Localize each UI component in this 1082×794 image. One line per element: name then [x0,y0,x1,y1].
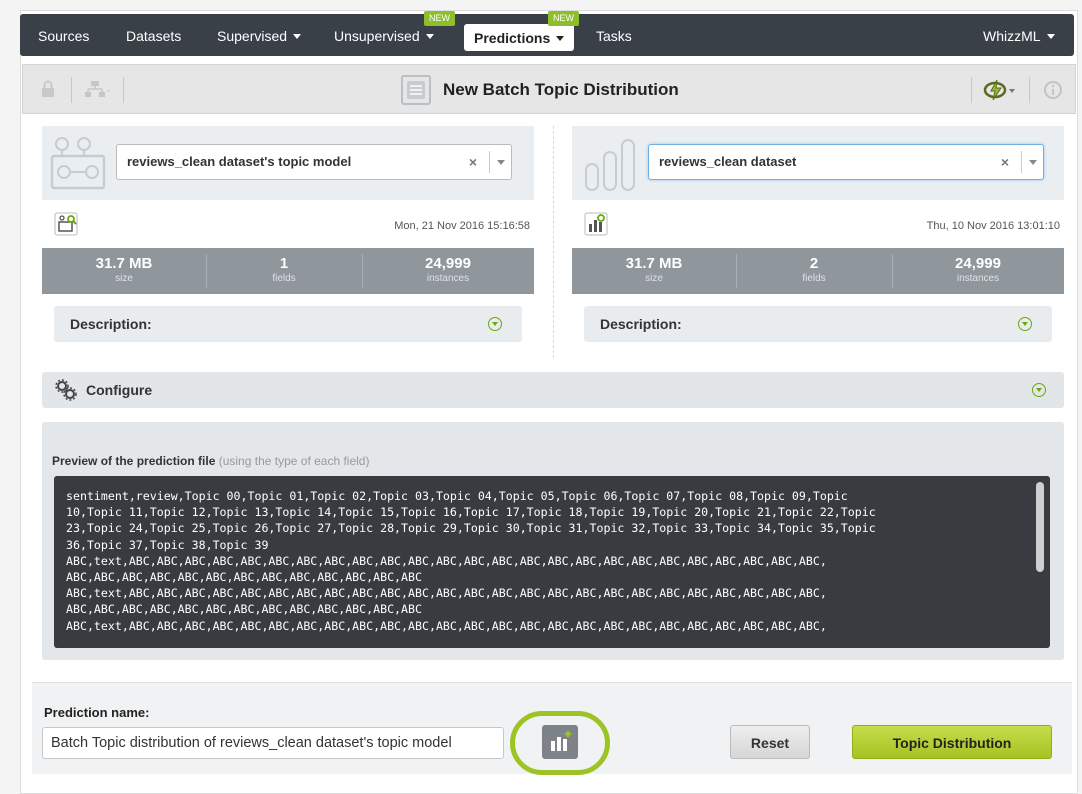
new-badge: NEW [548,11,579,26]
gears-icon [55,379,77,401]
toolbar-divider [1029,77,1030,103]
description-toggle[interactable]: Description: [584,306,1052,342]
chevron-down-icon[interactable] [489,151,511,173]
chevron-down-icon [556,36,565,41]
prediction-name-label: Prediction name: [44,705,150,720]
lightning-icon[interactable] [983,78,1017,102]
lock-icon[interactable] [41,80,55,98]
nav-supervised[interactable]: Supervised [217,14,302,56]
dataset-panel: reviews_clean dataset × Thu, 10 Nov 2016… [572,126,1064,358]
new-badge: NEW [424,11,455,26]
topic-model-panel: reviews_clean dataset's topic model × Mo… [42,126,534,358]
topic-model-select[interactable]: reviews_clean dataset's topic model × [116,144,512,180]
preview-code-box[interactable]: sentiment,review,Topic 00,Topic 01,Topic… [54,476,1050,648]
dataset-select[interactable]: reviews_clean dataset × [648,144,1044,180]
clear-icon[interactable]: × [1001,145,1009,179]
stat-fields: 2 fields [802,255,826,284]
dataset-icon [585,139,635,191]
resource-stats: 31.7 MB size 2 fields 24,999 instances [572,248,1064,294]
created-date: Thu, 10 Nov 2016 13:01:10 [926,220,1060,232]
stat-fields: 1 fields [272,255,296,284]
toolbar-divider [971,77,972,103]
description-label: Description: [70,316,152,332]
expand-icon[interactable] [1032,383,1046,397]
panel-divider [553,126,554,358]
toolbar-divider [123,77,124,103]
topic-distribution-button[interactable]: Topic Distribution [852,725,1052,759]
stat-instances: 24,999 instances [425,255,471,284]
expand-icon[interactable] [1018,317,1032,331]
nav-datasets[interactable]: Datasets [126,14,181,56]
prediction-form: Prediction name: Reset Topic Distributio… [32,682,1072,775]
prediction-name-input[interactable] [42,727,504,759]
preview-label: Preview of the prediction file (using th… [52,454,370,468]
resource-stats: 31.7 MB size 1 fields 24,999 instances [42,248,534,294]
clear-icon[interactable]: × [469,145,477,179]
toolbar-divider [71,77,72,103]
nav-unsupervised[interactable]: Unsupervised [334,14,434,56]
stat-size: 31.7 MB size [625,255,683,284]
dataset-small-icon[interactable] [584,212,608,236]
nav-predictions[interactable]: Predictions [464,24,575,51]
configure-section-toggle[interactable]: Configure [42,372,1064,408]
dataset-output-button[interactable] [542,725,578,759]
stat-instances: 24,999 instances [955,255,1001,284]
chevron-down-icon [293,34,302,39]
reset-button[interactable]: Reset [730,725,810,759]
dataset-selector-area: reviews_clean dataset × [572,126,1064,200]
topic-model-icon [50,137,106,190]
chevron-down-icon [1046,34,1055,39]
chevron-down-icon[interactable] [1021,151,1043,173]
resource-meta: Thu, 10 Nov 2016 13:01:10 [572,212,1064,242]
title-bar: New Batch Topic Distribution [22,64,1076,114]
tree-icon[interactable] [85,80,113,100]
preview-text: sentiment,review,Topic 00,Topic 01,Topic… [66,489,876,633]
description-label: Description: [600,316,682,332]
configure-label: Configure [86,382,153,398]
topic-model-small-icon[interactable] [54,212,78,236]
expand-icon[interactable] [488,317,502,331]
topic-model-selector-area: reviews_clean dataset's topic model × [42,126,534,200]
scrollbar[interactable] [1036,482,1044,572]
prediction-preview: Preview of the prediction file (using th… [42,422,1064,660]
page-title: New Batch Topic Distribution [443,80,679,99]
nav-tasks[interactable]: Tasks [596,14,632,56]
chevron-down-icon [425,34,434,39]
stat-size: 31.7 MB size [95,255,153,284]
created-date: Mon, 21 Nov 2016 15:16:58 [394,220,530,232]
top-navbar: Sources Datasets Supervised Unsupervised… [20,11,1074,56]
resource-meta: Mon, 21 Nov 2016 15:16:58 [42,212,534,242]
nav-whizzml[interactable]: WhizzML [983,14,1055,56]
nav-sources[interactable]: Sources [38,14,89,56]
info-icon[interactable] [1043,80,1063,100]
description-toggle[interactable]: Description: [54,306,522,342]
bar-chart-plus-icon [551,731,571,751]
batch-icon [401,75,431,105]
